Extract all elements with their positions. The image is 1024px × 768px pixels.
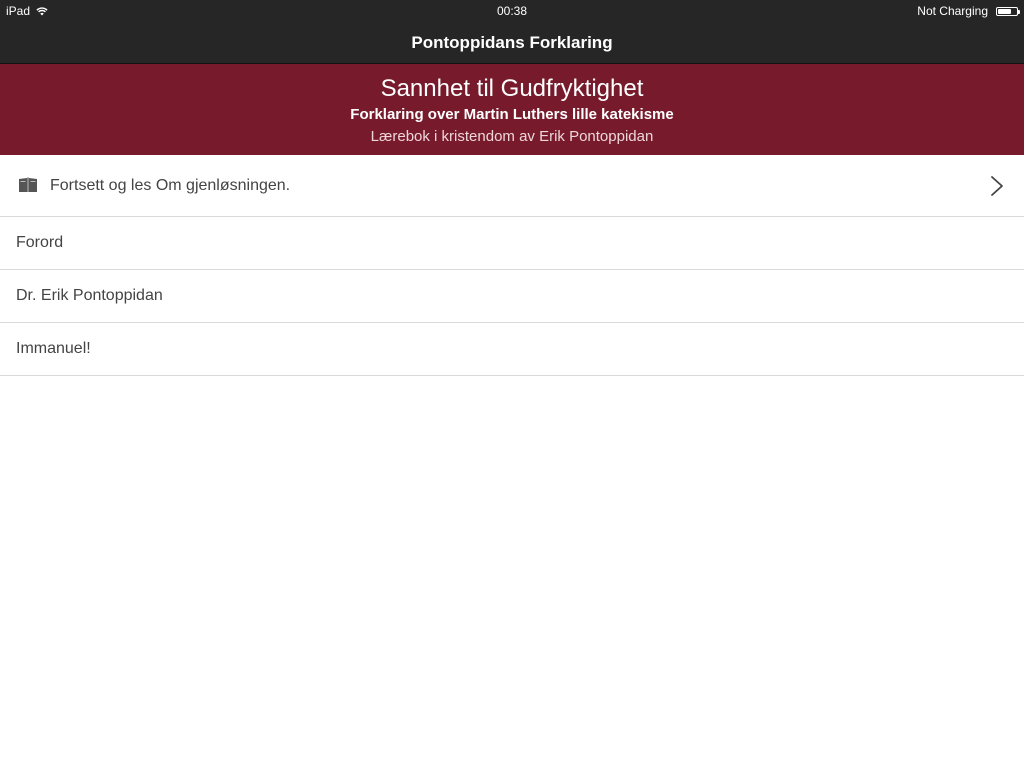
- list-item-immanuel[interactable]: Immanuel!: [0, 323, 1024, 376]
- chevron-right-icon: [991, 176, 1003, 196]
- list-item-label: Dr. Erik Pontoppidan: [16, 287, 163, 304]
- book-title: Sannhet til Gudfryktighet: [380, 75, 644, 102]
- list-item-label: Forord: [16, 234, 64, 251]
- status-bar: iPad 00:38 Not Charging: [0, 0, 1024, 22]
- nav-title: Pontoppidans Forklaring: [411, 33, 613, 52]
- list-item-erik-pontoppidan[interactable]: Dr. Erik Pontoppidan: [0, 270, 1024, 323]
- battery-status-text: Not Charging: [917, 4, 988, 18]
- list-item-label: Immanuel!: [16, 340, 91, 357]
- book-header-banner: Sannhet til Gudfryktighet Forklaring ove…: [0, 64, 1024, 155]
- book-subtitle: Forklaring over Martin Luthers lille kat…: [350, 106, 674, 123]
- content-list: Fortsett og les Om gjenløsningen. Forord…: [0, 155, 1024, 376]
- book-icon: [19, 177, 37, 192]
- status-right: Not Charging: [917, 4, 1020, 18]
- continue-reading-row[interactable]: Fortsett og les Om gjenløsningen.: [0, 155, 1024, 217]
- battery-level-fill: [998, 8, 1011, 14]
- book-author-line: Lærebok i kristendom av Erik Pontoppidan: [370, 128, 654, 145]
- battery-icon: [996, 6, 1020, 16]
- continue-reading-label: Fortsett og les Om gjenløsningen.: [50, 177, 291, 194]
- list-item-forord[interactable]: Forord: [0, 217, 1024, 270]
- navigation-bar: Pontoppidans Forklaring: [0, 22, 1024, 64]
- status-time: 00:38: [496, 4, 528, 18]
